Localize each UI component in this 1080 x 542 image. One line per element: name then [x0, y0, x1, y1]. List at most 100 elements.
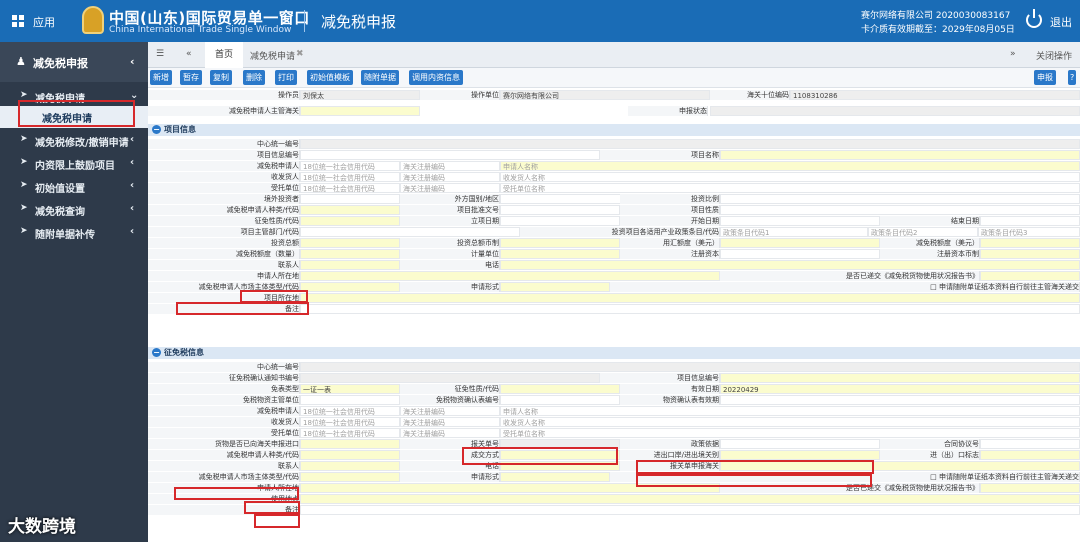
form-input[interactable]: [300, 271, 720, 281]
form-input[interactable]: 海关注册编码: [400, 161, 500, 171]
form-input[interactable]: [300, 282, 400, 292]
form-input[interactable]: [300, 450, 400, 460]
form-input[interactable]: [500, 216, 620, 226]
form-input[interactable]: [300, 505, 1080, 515]
form-input[interactable]: [720, 150, 1080, 160]
tab-home[interactable]: 首页: [205, 42, 243, 68]
form-input[interactable]: 18位统一社会信用代码: [300, 406, 400, 416]
init-template-button[interactable]: 初始值模板: [307, 70, 353, 85]
tabs-forward-icon[interactable]: »: [1010, 49, 1016, 59]
form-input[interactable]: [720, 395, 1080, 405]
form-input[interactable]: 收发货人名称: [500, 172, 1080, 182]
form-input[interactable]: [300, 139, 1080, 149]
form-input[interactable]: [300, 260, 400, 270]
form-input[interactable]: [300, 483, 720, 493]
form-input[interactable]: 一证一表: [300, 384, 400, 394]
form-input[interactable]: 海关注册编码: [400, 417, 500, 427]
delete-button[interactable]: 删除: [243, 70, 265, 85]
form-input[interactable]: [500, 384, 620, 394]
new-button[interactable]: 新增: [150, 70, 172, 85]
form-input[interactable]: [720, 194, 1080, 204]
help-icon[interactable]: ?: [1068, 70, 1077, 85]
form-input[interactable]: [500, 249, 620, 259]
form-input[interactable]: 18位统一社会信用代码: [300, 417, 400, 427]
form-input[interactable]: [980, 249, 1080, 259]
form-input[interactable]: [300, 362, 1080, 372]
declare-button[interactable]: 申报: [1034, 70, 1056, 85]
supervising-customs-input[interactable]: [300, 106, 420, 116]
form-input[interactable]: 受托单位名称: [500, 183, 1080, 193]
form-input[interactable]: 申请人名称: [500, 406, 1080, 416]
form-input[interactable]: [720, 205, 1080, 215]
form-input[interactable]: [500, 461, 620, 471]
form-input[interactable]: [300, 227, 520, 237]
menu-icon[interactable]: ☰: [156, 49, 164, 59]
form-input[interactable]: [500, 205, 620, 215]
form-input[interactable]: [300, 216, 400, 226]
form-input[interactable]: 海关注册编码: [400, 428, 500, 438]
import-domestic-button[interactable]: 调用内资信息: [409, 70, 463, 85]
section-header-project[interactable]: 项目信息: [148, 124, 1080, 136]
form-input[interactable]: [980, 216, 1080, 226]
form-input[interactable]: [500, 450, 620, 460]
form-input[interactable]: 受托单位名称: [500, 428, 1080, 438]
close-tab-icon[interactable]: ✖: [296, 49, 304, 59]
form-input[interactable]: [300, 461, 400, 471]
form-input[interactable]: [300, 238, 400, 248]
form-input[interactable]: [300, 395, 400, 405]
form-input[interactable]: 申请人名称: [500, 161, 1080, 171]
form-input[interactable]: [500, 472, 610, 482]
form-input[interactable]: [500, 282, 610, 292]
form-input[interactable]: [300, 494, 1080, 504]
form-input[interactable]: [720, 461, 1080, 471]
form-input[interactable]: [980, 439, 1080, 449]
section-header-exempt[interactable]: 征免税信息: [148, 347, 1080, 359]
form-input[interactable]: [300, 373, 600, 383]
tabs-back-icon[interactable]: «: [186, 49, 192, 59]
form-input[interactable]: [720, 238, 880, 248]
form-input[interactable]: [720, 373, 1080, 383]
form-input[interactable]: [720, 249, 880, 259]
form-input[interactable]: 海关注册编码: [400, 172, 500, 182]
form-input[interactable]: [980, 483, 1080, 493]
form-input[interactable]: 政策条目代码1: [720, 227, 868, 237]
form-input[interactable]: [300, 304, 1080, 314]
sidebar-item-apply[interactable]: 减免税申请: [0, 106, 148, 128]
form-input[interactable]: [300, 150, 600, 160]
sidebar-item-apply-group[interactable]: ➤ 减免税申请 ⌄: [0, 86, 148, 108]
form-input[interactable]: [500, 439, 620, 449]
form-input[interactable]: [500, 260, 1080, 270]
form-input[interactable]: 收发货人名称: [500, 417, 1080, 427]
form-input[interactable]: 海关注册编码: [400, 406, 500, 416]
form-input[interactable]: 18位统一社会信用代码: [300, 161, 400, 171]
form-input[interactable]: 18位统一社会信用代码: [300, 172, 400, 182]
form-input[interactable]: [500, 395, 620, 405]
form-input[interactable]: [720, 216, 880, 226]
form-input[interactable]: 18位统一社会信用代码: [300, 428, 400, 438]
apps-label[interactable]: 应用: [33, 14, 55, 30]
form-input[interactable]: [720, 450, 880, 460]
print-button[interactable]: 打印: [275, 70, 297, 85]
sidebar-item-init[interactable]: ➤ 初始值设置 ‹: [0, 176, 148, 198]
sidebar-header[interactable]: ♟ 减免税申报 ‹: [0, 42, 148, 82]
form-input[interactable]: [300, 205, 400, 215]
power-icon[interactable]: [1026, 9, 1042, 28]
tab-current[interactable]: 减免税申请: [250, 49, 295, 62]
form-input[interactable]: [980, 271, 1080, 281]
form-input[interactable]: [720, 439, 880, 449]
form-input[interactable]: [300, 439, 400, 449]
exit-button[interactable]: 退出: [1050, 14, 1072, 30]
sidebar-item-attach[interactable]: ➤ 随附单据补传 ‹: [0, 222, 148, 244]
form-input[interactable]: [300, 249, 400, 259]
sidebar-item-modify[interactable]: ➤ 减免税修改/撤销申请 ‹: [0, 130, 148, 152]
form-input[interactable]: [300, 472, 400, 482]
form-input[interactable]: 政策条目代码3: [978, 227, 1080, 237]
form-input[interactable]: [980, 450, 1080, 460]
sidebar-item-query[interactable]: ➤ 减免税查询 ‹: [0, 199, 148, 221]
apps-grid-icon[interactable]: [12, 15, 24, 27]
form-input[interactable]: 海关注册编码: [400, 183, 500, 193]
form-input[interactable]: 政策条目代码2: [868, 227, 978, 237]
form-input[interactable]: 18位统一社会信用代码: [300, 183, 400, 193]
sidebar-item-domestic[interactable]: ➤ 内资限上鼓励项目 ‹: [0, 153, 148, 175]
form-input[interactable]: [300, 293, 1080, 303]
